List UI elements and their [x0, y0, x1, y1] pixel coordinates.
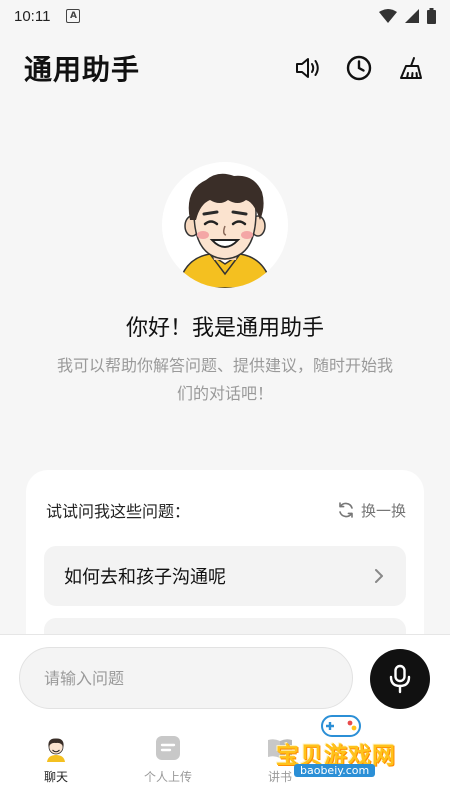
speaker-button[interactable] — [292, 53, 322, 83]
chevron-right-icon — [375, 569, 383, 583]
header-actions — [292, 53, 426, 83]
clear-button[interactable] — [396, 53, 426, 83]
page-title: 通用助手 — [24, 53, 141, 86]
microphone-icon — [389, 664, 411, 694]
notification-icon: A — [66, 9, 81, 23]
signal-icon — [405, 9, 419, 23]
clock-icon — [346, 55, 372, 81]
suggestions-title: 试试问我这些问题： — [46, 502, 191, 521]
avatar-illustration — [162, 162, 288, 288]
intro-text: 我可以帮助你解答问题、提供建议，随时开始我们的对话吧！ — [56, 356, 393, 403]
watermark: 宝贝游戏网 baobeiy.com — [264, 706, 424, 786]
history-button[interactable] — [344, 53, 374, 83]
refresh-label: 换一换 — [360, 501, 406, 520]
assistant-avatar — [162, 162, 288, 288]
question-input[interactable] — [19, 647, 353, 709]
nav-upload[interactable]: 个人上传 — [112, 720, 224, 800]
suggestion-text: 如何去和孩子沟通呢 — [64, 567, 226, 588]
watermark-url: baobeiy.com — [294, 764, 376, 777]
wifi-icon — [379, 9, 397, 23]
greeting-title: 你好！我是通用助手 — [125, 316, 324, 341]
status-time: 10:11 — [14, 7, 51, 25]
broom-icon — [400, 57, 422, 79]
nav-label: 聊天 — [43, 770, 68, 784]
refresh-icon — [339, 502, 353, 518]
voice-button[interactable] — [370, 649, 430, 709]
refresh-button[interactable]: 换一换 — [337, 500, 406, 521]
status-bar: 10:11 A — [0, 0, 450, 32]
avatar-icon — [42, 734, 70, 762]
nav-chat[interactable]: 聊天 — [0, 720, 112, 800]
speaker-icon — [296, 58, 319, 78]
suggestions-header: 试试问我这些问题： 换一换 — [46, 498, 406, 522]
battery-icon — [427, 8, 436, 24]
nav-label: 个人上传 — [143, 770, 192, 784]
app-header: 通用助手 — [0, 40, 450, 96]
document-icon — [154, 734, 182, 762]
suggestion-item[interactable]: 如何去和孩子沟通呢 — [44, 546, 406, 606]
status-icons — [379, 8, 436, 24]
